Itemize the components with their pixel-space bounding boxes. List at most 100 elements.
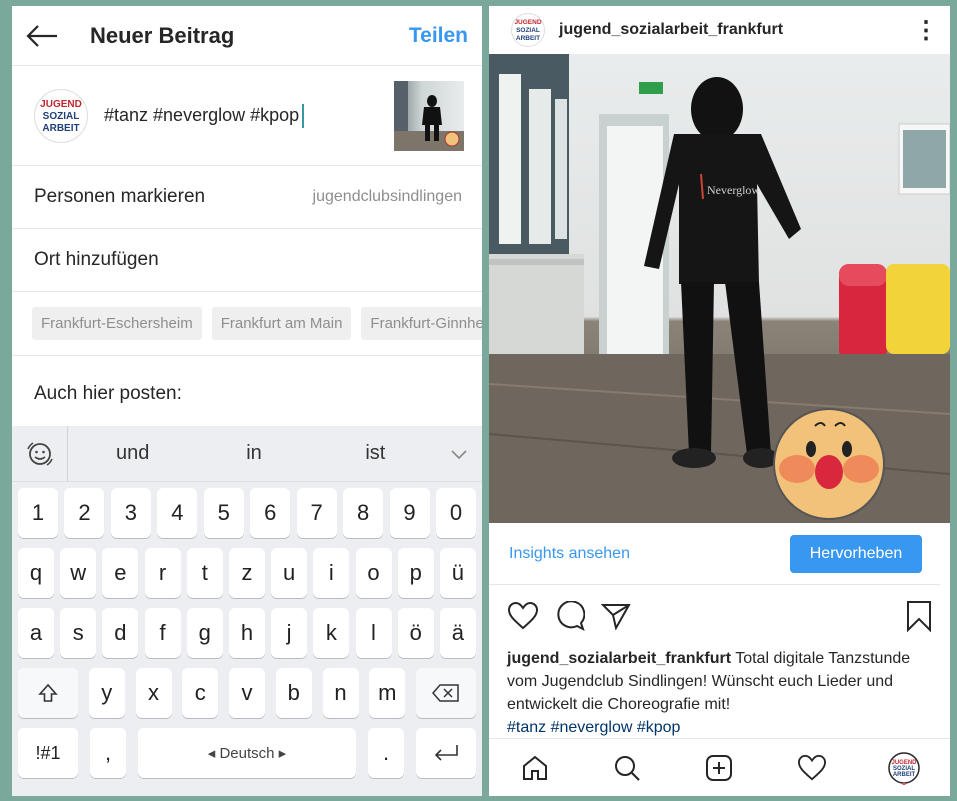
backspace-key[interactable]	[416, 668, 476, 718]
key[interactable]: q	[18, 548, 54, 598]
key[interactable]: t	[186, 548, 223, 598]
new-post-icon[interactable]	[699, 748, 739, 788]
key[interactable]: 2	[64, 488, 105, 538]
key[interactable]: 4	[157, 488, 198, 538]
suggestion-word[interactable]: und	[72, 442, 193, 465]
post-header: JUGEND SOZIAL ARBEIT jugend_sozialarbeit…	[489, 6, 950, 54]
key[interactable]: s	[60, 608, 97, 658]
svg-text:SOZIAL: SOZIAL	[516, 27, 540, 34]
comma-key[interactable]: ,	[90, 728, 126, 778]
back-arrow-icon[interactable]	[26, 21, 60, 51]
key[interactable]: b	[275, 668, 312, 718]
key[interactable]: u	[271, 548, 308, 598]
location-chip[interactable]: Frankfurt am Main	[211, 307, 352, 340]
key[interactable]: d	[102, 608, 139, 658]
key[interactable]: ä	[439, 608, 476, 658]
jugend-sozialarbeit-logo: JUGEND SOZIAL ARBEIT	[888, 751, 920, 785]
key[interactable]: x	[135, 668, 172, 718]
key[interactable]: ü	[439, 548, 476, 598]
key[interactable]: l	[355, 608, 392, 658]
key[interactable]: v	[229, 668, 265, 718]
enter-key[interactable]	[416, 728, 476, 778]
bookmark-icon[interactable]	[906, 600, 932, 632]
caption-username[interactable]: jugend_sozialarbeit_frankfurt	[507, 650, 731, 667]
key-grid: 1 2 3 4 5 6 7 8 9 0 q w e r t z u i o p …	[12, 482, 482, 778]
suggestion-word[interactable]: ist	[315, 442, 436, 465]
caption-hashtags[interactable]: #tanz #neverglow #kpop	[507, 719, 680, 736]
key[interactable]: 3	[110, 488, 151, 538]
chevron-down-icon[interactable]	[436, 448, 482, 460]
bottom-navigation: JUGEND SOZIAL ARBEIT	[489, 738, 950, 796]
tag-people-label: Personen markieren	[34, 186, 206, 207]
feed-post-screen: JUGEND SOZIAL ARBEIT jugend_sozialarbeit…	[489, 6, 950, 796]
caption-composer: JUGEND SOZIAL ARBEIT #tanz #neverglow #k…	[12, 66, 482, 166]
home-icon[interactable]	[515, 748, 555, 788]
enter-icon	[434, 745, 458, 761]
key[interactable]: 1	[18, 488, 58, 538]
tagged-user: jugendclubsindlingen	[312, 188, 462, 205]
post-image[interactable]: Neverglow	[489, 54, 950, 523]
key[interactable]: 6	[250, 488, 291, 538]
comment-icon[interactable]	[555, 601, 585, 631]
key[interactable]: m	[369, 668, 406, 718]
share-icon[interactable]	[601, 602, 631, 630]
key[interactable]: i	[313, 548, 350, 598]
key[interactable]: j	[271, 608, 308, 658]
share-button[interactable]: Teilen	[409, 24, 468, 48]
emoji-toggle-icon[interactable]	[12, 425, 68, 482]
key[interactable]: a	[18, 608, 54, 658]
add-location-row[interactable]: Ort hinzufügen	[12, 229, 482, 292]
avatar: JUGEND SOZIAL ARBEIT	[34, 88, 88, 143]
tag-people-row[interactable]: Personen markieren jugendclubsindlingen	[12, 166, 482, 229]
key[interactable]: g	[186, 608, 223, 658]
key[interactable]: w	[60, 548, 97, 598]
svg-text:JUGEND: JUGEND	[40, 99, 82, 110]
key[interactable]: 5	[203, 488, 244, 538]
key[interactable]: 7	[296, 488, 337, 538]
highlight-button[interactable]: Hervorheben	[790, 534, 922, 573]
avatar[interactable]: JUGEND SOZIAL ARBEIT	[511, 13, 545, 47]
more-options-icon[interactable]: ⋮	[914, 16, 938, 45]
shift-icon	[38, 683, 58, 702]
key-row-3: y x c v b n m	[18, 668, 476, 718]
top-bar: Neuer Beitrag Teilen	[12, 6, 482, 66]
svg-text:ARBEIT: ARBEIT	[42, 123, 79, 134]
post-actions	[489, 585, 950, 647]
post-thumbnail[interactable]	[394, 80, 464, 151]
key[interactable]: e	[102, 548, 139, 598]
key[interactable]: p	[397, 548, 434, 598]
key-row-2: a s d f g h j k l ö ä	[18, 608, 476, 658]
profile-avatar[interactable]: JUGEND SOZIAL ARBEIT	[884, 748, 924, 788]
key[interactable]: n	[322, 668, 359, 718]
location-suggestions: Frankfurt-Eschersheim Frankfurt am Main …	[12, 292, 482, 356]
heart-icon[interactable]	[507, 601, 539, 631]
key[interactable]: f	[144, 608, 181, 658]
suggestion-word[interactable]: in	[193, 442, 314, 465]
key[interactable]: 8	[343, 488, 384, 538]
key[interactable]: ö	[397, 608, 434, 658]
key[interactable]: 9	[389, 488, 430, 538]
post-caption: jugend_sozialarbeit_frankfurt Total digi…	[489, 647, 950, 739]
symbols-key[interactable]: !#1	[18, 728, 78, 778]
space-key[interactable]: ◂ Deutsch ▸	[138, 728, 356, 778]
location-chip[interactable]: Frankfurt-Eschersheim	[32, 307, 202, 340]
key[interactable]: o	[355, 548, 392, 598]
activity-heart-icon[interactable]	[792, 748, 832, 788]
key[interactable]: c	[182, 668, 219, 718]
location-chip[interactable]: Frankfurt-Ginnheim	[361, 307, 482, 340]
key[interactable]: y	[88, 668, 125, 718]
period-key[interactable]: .	[368, 728, 404, 778]
key-row-bottom: !#1 , ◂ Deutsch ▸ .	[18, 728, 476, 778]
key[interactable]: 0	[435, 488, 476, 538]
key[interactable]: h	[228, 608, 265, 658]
key[interactable]: r	[144, 548, 181, 598]
page-title: Neuer Beitrag	[90, 22, 235, 48]
search-icon[interactable]	[607, 748, 647, 788]
shift-key[interactable]	[18, 668, 78, 718]
key[interactable]: z	[228, 548, 265, 598]
key[interactable]: k	[313, 608, 350, 658]
backspace-icon	[432, 684, 459, 702]
post-username[interactable]: jugend_sozialarbeit_frankfurt	[559, 21, 914, 39]
caption-input[interactable]: #tanz #neverglow #kpop	[104, 103, 394, 128]
view-insights-link[interactable]: Insights ansehen	[509, 545, 790, 563]
